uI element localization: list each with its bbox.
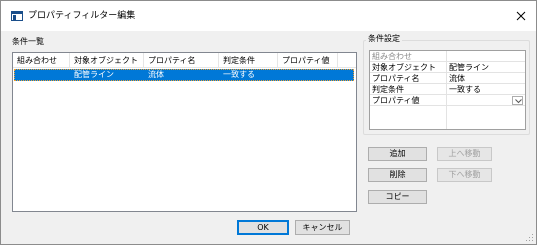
property-value-dropdown[interactable] <box>512 96 523 105</box>
app-window-icon <box>11 11 23 21</box>
property-filter-dialog: プロパティフィルター編集 条件一覧 組み合わせ 対象オブジェクト プロパティ名 … <box>0 0 537 245</box>
grid-row-target-object[interactable]: 対象オブジェクト 配管ライン <box>370 62 525 73</box>
move-up-button[interactable]: 上へ移動 <box>437 147 492 161</box>
column-header-condition[interactable]: 判定条件 <box>219 53 278 68</box>
cell-target-object: 配管ライン <box>74 70 114 79</box>
grid-row-property-value[interactable]: プロパティ値 <box>370 95 525 106</box>
grid-value-property-name[interactable]: 流体 <box>449 73 465 84</box>
window-title: プロパティフィルター編集 <box>28 11 136 21</box>
grid-value-condition[interactable]: 一致する <box>449 84 481 95</box>
grid-key-property-value: プロパティ値 <box>372 96 420 105</box>
grid-key-target-object: 対象オブジェクト <box>372 63 436 72</box>
grid-value-target-object[interactable]: 配管ライン <box>449 62 489 73</box>
grid-key-condition: 判定条件 <box>372 85 404 94</box>
grid-row-condition[interactable]: 判定条件 一致する <box>370 84 525 95</box>
close-button[interactable] <box>506 1 536 31</box>
add-button[interactable]: 追加 <box>368 147 427 161</box>
table-row[interactable]: 配管ライン 流体 一致する <box>14 69 354 81</box>
column-header-property-name[interactable]: プロパティ名 <box>144 53 219 68</box>
column-header-combination[interactable]: 組み合わせ <box>13 53 70 68</box>
copy-button[interactable]: コピー <box>368 190 427 204</box>
condition-settings-label: 条件設定 <box>366 34 402 44</box>
column-header-property-value[interactable]: プロパティ値 <box>278 53 338 68</box>
close-icon <box>516 11 526 21</box>
move-down-button[interactable]: 下へ移動 <box>437 168 492 182</box>
column-header-target-object[interactable]: 対象オブジェクト <box>70 53 144 68</box>
cancel-button[interactable]: キャンセル <box>295 220 350 235</box>
condition-list[interactable]: 組み合わせ 対象オブジェクト プロパティ名 判定条件 プロパティ値 配管ライン … <box>12 52 357 212</box>
grid-row-property-name[interactable]: プロパティ名 流体 <box>370 73 525 84</box>
delete-button[interactable]: 削除 <box>368 168 427 182</box>
cell-property-name: 流体 <box>148 70 164 79</box>
condition-list-header: 組み合わせ 対象オブジェクト プロパティ名 判定条件 プロパティ値 <box>13 53 356 68</box>
chevron-down-icon <box>515 99 522 104</box>
grid-key-combination: 組み合わせ <box>372 52 412 61</box>
grid-key-property-name: プロパティ名 <box>372 74 420 83</box>
title-bar[interactable]: プロパティフィルター編集 <box>1 1 536 31</box>
condition-property-grid[interactable]: 組み合わせ 対象オブジェクト 配管ライン プロパティ名 流体 判定条件 一致する… <box>369 50 526 130</box>
cell-condition: 一致する <box>223 70 255 79</box>
resize-grip-icon[interactable] <box>526 234 534 242</box>
condition-list-label: 条件一覧 <box>12 37 44 46</box>
ok-button[interactable]: OK <box>237 220 289 235</box>
grid-row-combination[interactable]: 組み合わせ <box>370 51 525 62</box>
